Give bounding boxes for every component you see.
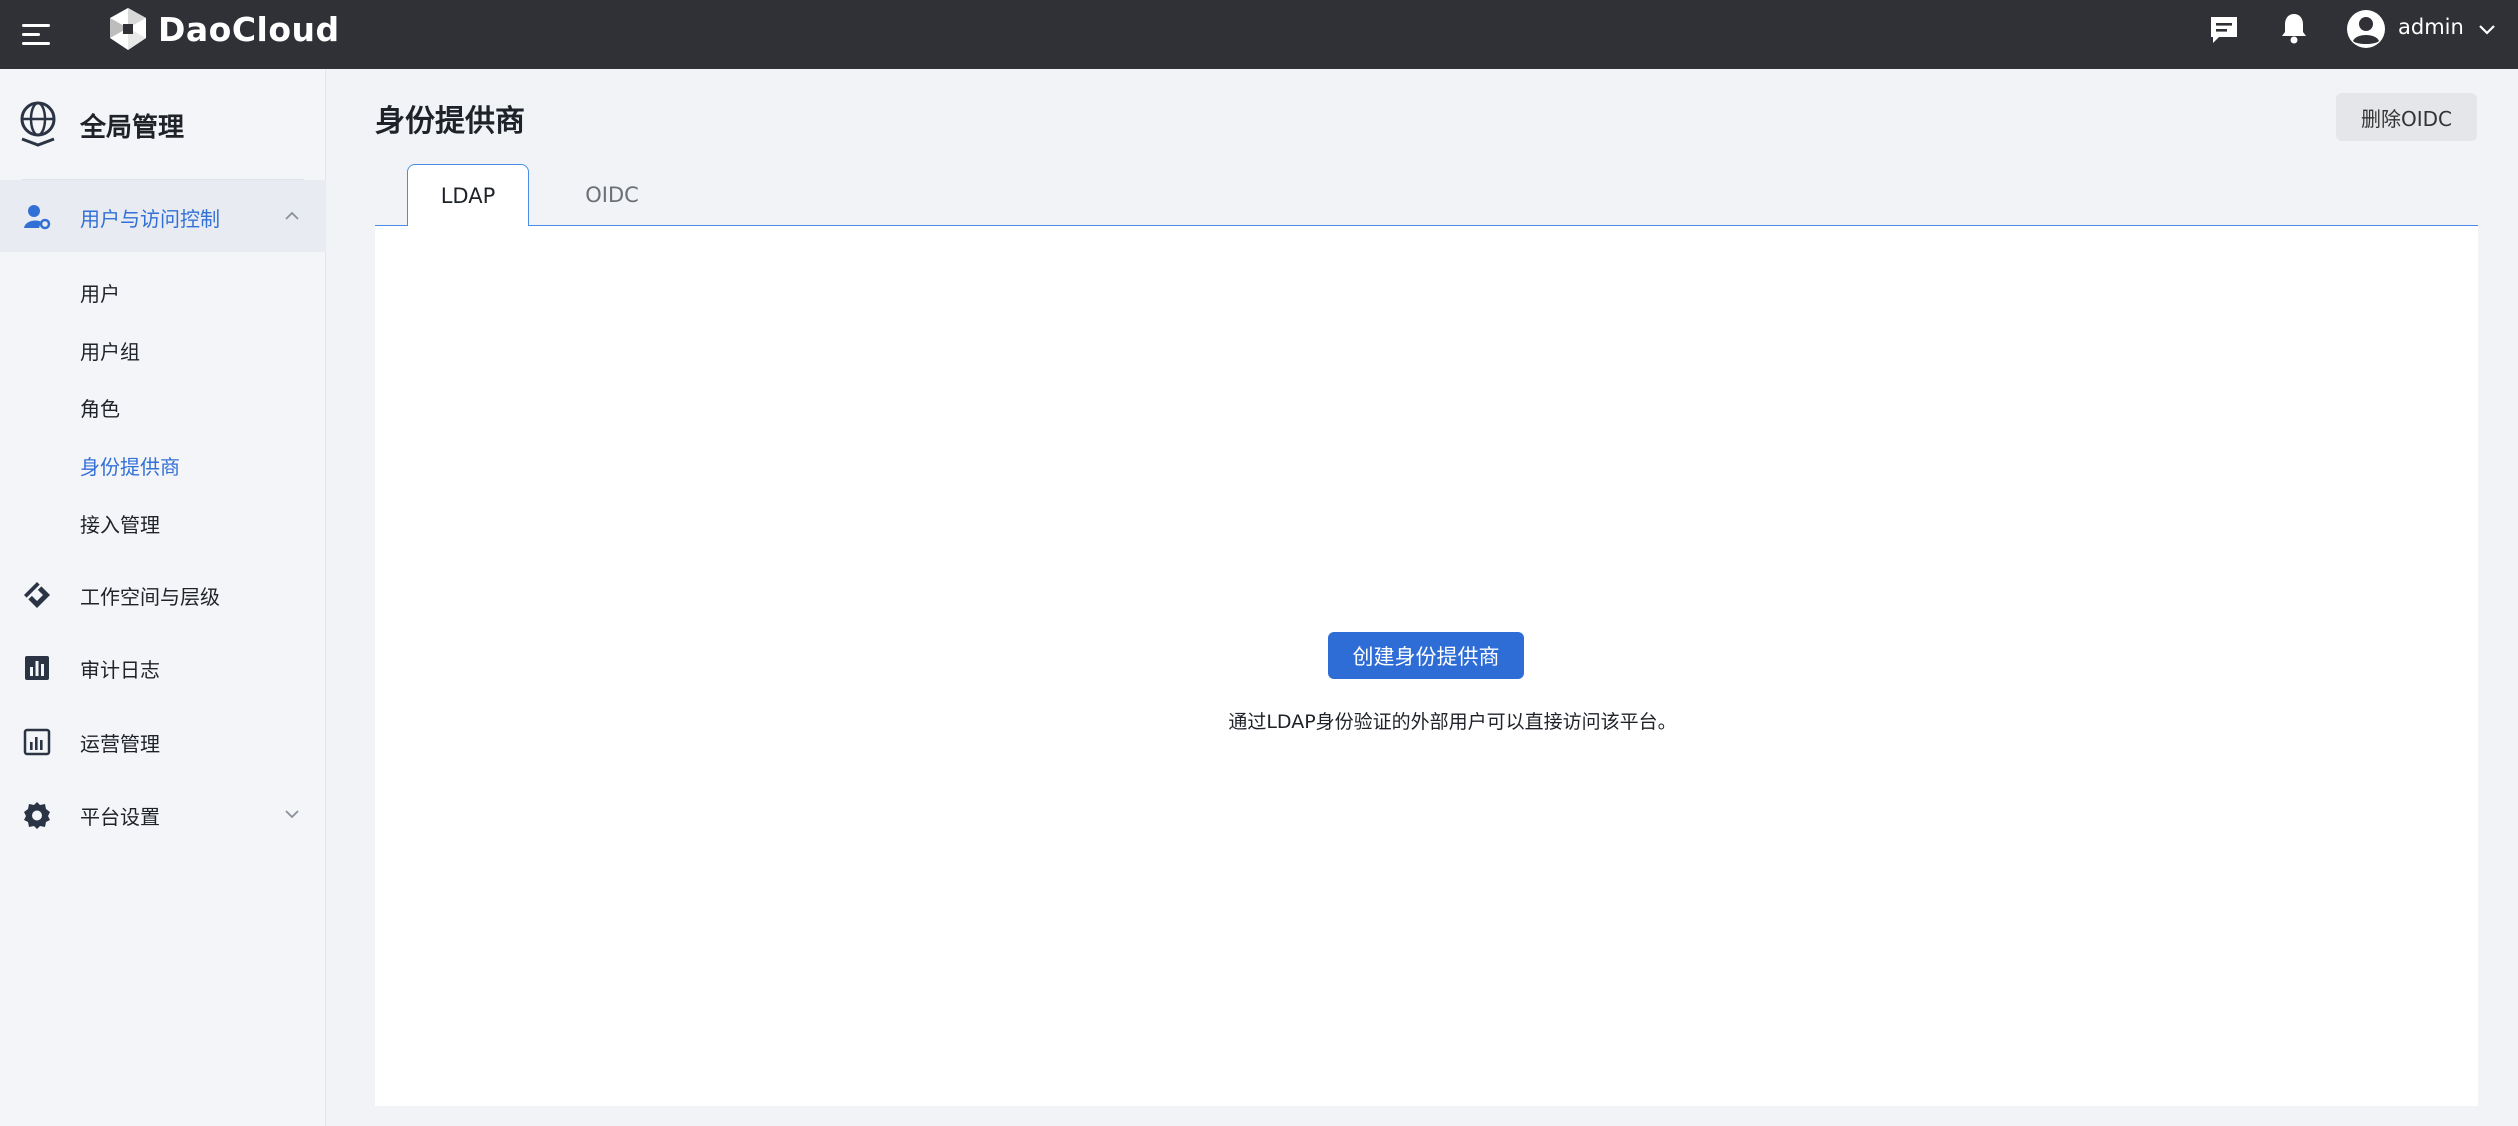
sidebar: 全局管理 用户与访问控制 用户 用户组 角色 身份提供商 接入管理 工作空间与层… (0, 69, 326, 1126)
operations-icon (23, 728, 51, 756)
nav-operations[interactable]: 运营管理 (0, 713, 326, 769)
nav-label: 工作空间与层级 (80, 585, 220, 609)
sub-label: 用户 (80, 282, 120, 306)
brand-logo[interactable]: DaoCloud (106, 4, 340, 54)
message-icon[interactable] (2206, 12, 2242, 48)
bell-icon[interactable] (2276, 10, 2312, 46)
nav-user-access-control[interactable]: 用户与访问控制 (0, 188, 326, 244)
globe-icon (20, 101, 56, 147)
nav-sub-access-management[interactable]: 接入管理 (0, 497, 326, 545)
nav-sub-identity-provider[interactable]: 身份提供商 (0, 439, 326, 487)
empty-state-description: 通过LDAP身份验证的外部用户可以直接访问该平台。 (1228, 711, 1677, 733)
tab-oidc[interactable]: OIDC (551, 164, 673, 226)
sub-label: 身份提供商 (80, 455, 180, 479)
sub-label: 接入管理 (80, 513, 160, 537)
create-identity-provider-button[interactable]: 创建身份提供商 (1328, 632, 1524, 679)
nav-label: 运营管理 (80, 732, 160, 756)
nav-audit-log[interactable]: 审计日志 (0, 639, 326, 695)
tab-bar: LDAP OIDC (375, 164, 2478, 227)
sidebar-title: 全局管理 (80, 113, 185, 143)
user-avatar-icon[interactable] (2346, 9, 2386, 49)
nav-label: 用户与访问控制 (80, 207, 220, 231)
delete-oidc-button[interactable]: 删除OIDC (2336, 93, 2477, 141)
page-title: 身份提供商 (375, 104, 525, 139)
audit-log-icon (25, 656, 49, 680)
nav-label: 审计日志 (80, 658, 160, 682)
nav-sub-roles[interactable]: 角色 (0, 381, 326, 429)
sub-label: 用户组 (80, 340, 140, 364)
sub-label: 角色 (80, 397, 120, 421)
daocloud-logo-icon (110, 8, 146, 50)
content-panel: 创建身份提供商 通过LDAP身份验证的外部用户可以直接访问该平台。 (375, 226, 2478, 1106)
sidebar-header: 全局管理 (0, 89, 326, 165)
chevron-up-icon (285, 211, 299, 220)
nav-platform-settings[interactable]: 平台设置 (0, 786, 326, 842)
menu-icon[interactable] (20, 18, 52, 50)
user-name[interactable]: admin (2398, 15, 2464, 39)
nav-sub-users[interactable]: 用户 (0, 266, 326, 314)
nav-label: 平台设置 (80, 805, 160, 829)
user-access-icon (24, 205, 51, 230)
chevron-down-icon (285, 810, 299, 819)
workspace-icon (24, 582, 50, 608)
nav-workspace[interactable]: 工作空间与层级 (0, 566, 326, 622)
tab-ldap[interactable]: LDAP (407, 164, 529, 227)
chevron-down-icon[interactable] (2476, 18, 2498, 40)
settings-icon (24, 802, 50, 829)
top-bar: DaoCloud admin (0, 0, 2518, 69)
brand-name: DaoCloud (158, 9, 340, 49)
nav-sub-user-groups[interactable]: 用户组 (0, 324, 326, 372)
